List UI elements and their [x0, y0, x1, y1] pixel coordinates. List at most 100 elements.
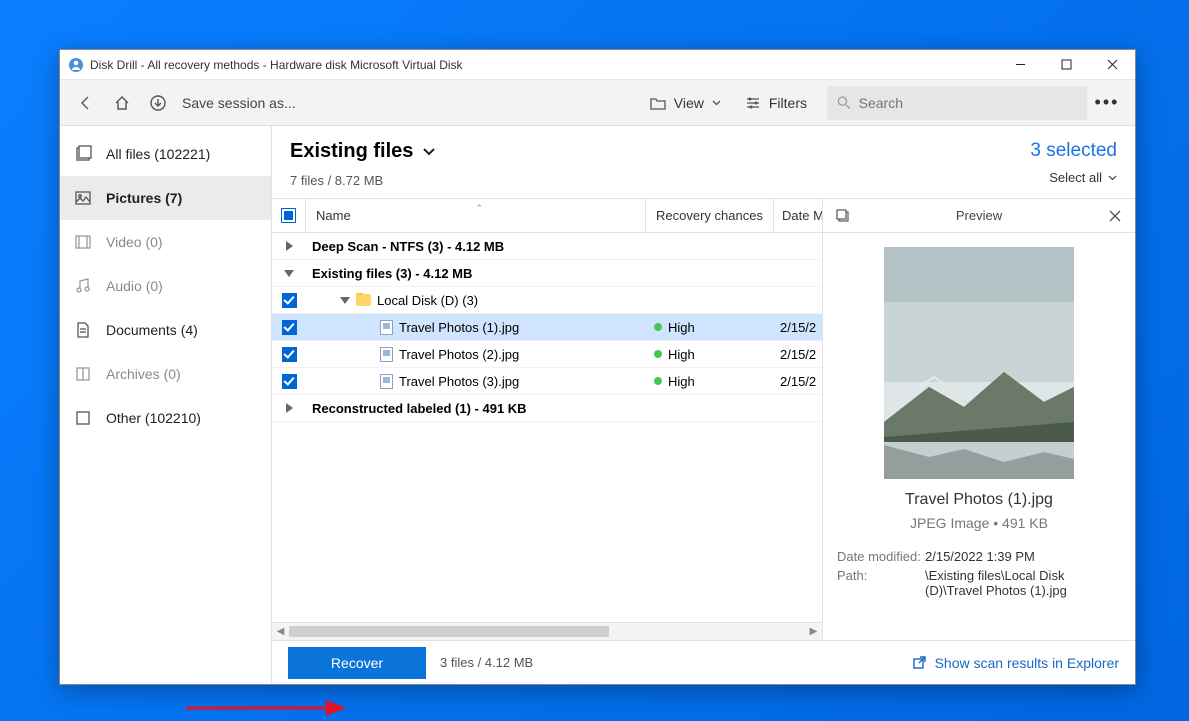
- recover-button[interactable]: Recover: [288, 647, 426, 679]
- folder-row-local-disk[interactable]: Local Disk (D) (3): [272, 287, 822, 314]
- audio-icon: [74, 277, 92, 295]
- filters-button[interactable]: Filters: [733, 85, 819, 121]
- expand-icon[interactable]: [286, 403, 293, 413]
- video-icon: [74, 233, 92, 251]
- preview-meta: JPEG Image • 491 KB: [837, 515, 1121, 531]
- path-label: Path:: [837, 568, 925, 598]
- sidebar: All files (102221) Pictures (7) Video (0…: [60, 126, 272, 684]
- row-checkbox[interactable]: [282, 320, 297, 335]
- status-dot-icon: [654, 377, 662, 385]
- scroll-left-icon[interactable]: ◀: [272, 623, 289, 640]
- path-value: \Existing files\Local Disk (D)\Travel Ph…: [925, 568, 1121, 598]
- stack-icon: [74, 145, 92, 163]
- search-icon: [837, 95, 851, 110]
- minimize-button[interactable]: [997, 50, 1043, 80]
- expand-icon[interactable]: [286, 241, 293, 251]
- chevron-down-icon: [423, 148, 435, 156]
- preview-thumbnail: [884, 247, 1074, 479]
- file-group-selector[interactable]: Existing files: [290, 140, 1030, 163]
- file-area: Name⌃ Recovery chances Date M Deep Scan …: [272, 199, 823, 640]
- sidebar-item-other[interactable]: Other (102210): [60, 396, 271, 440]
- status-dot-icon: [654, 323, 662, 331]
- date-modified-value: 2/15/2022 1:39 PM: [925, 549, 1121, 564]
- row-checkbox[interactable]: [282, 347, 297, 362]
- file-row[interactable]: Travel Photos (3).jpg High 2/15/2: [272, 368, 822, 395]
- sidebar-item-label: Other (102210): [106, 410, 201, 426]
- header-checkbox-cell[interactable]: [272, 199, 306, 232]
- sidebar-item-archives[interactable]: Archives (0): [60, 352, 271, 396]
- sidebar-item-label: Pictures (7): [106, 190, 182, 206]
- save-session-button[interactable]: Save session as...: [182, 95, 638, 111]
- preview-close-button[interactable]: [1105, 210, 1125, 222]
- footer: Recover 3 files / 4.12 MB Show scan resu…: [272, 640, 1135, 684]
- back-button[interactable]: [68, 85, 104, 121]
- select-all-checkbox[interactable]: [281, 208, 296, 223]
- sidebar-item-pictures[interactable]: Pictures (7): [60, 176, 271, 220]
- sidebar-item-label: Audio (0): [106, 278, 163, 294]
- maximize-button[interactable]: [1043, 50, 1089, 80]
- more-button[interactable]: •••: [1087, 92, 1127, 113]
- file-row[interactable]: Travel Photos (1).jpg High 2/15/2: [272, 314, 822, 341]
- sidebar-item-label: Video (0): [106, 234, 163, 250]
- group-row-reconstructed[interactable]: Reconstructed labeled (1) - 491 KB: [272, 395, 822, 422]
- group-row-deep-scan[interactable]: Deep Scan - NTFS (3) - 4.12 MB: [272, 233, 822, 260]
- sidebar-item-label: Archives (0): [106, 366, 181, 382]
- window-title: Disk Drill - All recovery methods - Hard…: [90, 58, 997, 72]
- view-button[interactable]: View: [638, 85, 733, 121]
- column-chance-header[interactable]: Recovery chances: [646, 199, 774, 232]
- popout-button[interactable]: [833, 209, 853, 223]
- other-icon: [74, 409, 92, 427]
- row-checkbox[interactable]: [282, 374, 297, 389]
- file-icon: [380, 320, 393, 335]
- chevron-down-icon: [712, 100, 721, 106]
- sidebar-item-all-files[interactable]: All files (102221): [60, 132, 271, 176]
- select-all-label: Select all: [1049, 170, 1102, 185]
- column-date-header[interactable]: Date M: [774, 199, 822, 232]
- close-button[interactable]: [1089, 50, 1135, 80]
- group-row-existing[interactable]: Existing files (3) - 4.12 MB: [272, 260, 822, 287]
- sort-caret-icon: ⌃: [476, 203, 484, 214]
- main-title: Existing files: [290, 140, 413, 163]
- search-input[interactable]: [859, 95, 1077, 111]
- status-dot-icon: [654, 350, 662, 358]
- horizontal-scrollbar[interactable]: ◀ ▶: [272, 622, 822, 640]
- sidebar-item-label: Documents (4): [106, 322, 198, 338]
- sliders-icon: [745, 96, 761, 110]
- sidebar-item-audio[interactable]: Audio (0): [60, 264, 271, 308]
- collapse-icon[interactable]: [340, 297, 350, 304]
- date-modified-label: Date modified:: [837, 549, 925, 564]
- show-in-explorer-link[interactable]: Show scan results in Explorer: [912, 655, 1119, 671]
- column-name-header[interactable]: Name⌃: [306, 199, 646, 232]
- search-box[interactable]: [827, 86, 1087, 120]
- main-subtitle: 7 files / 8.72 MB: [290, 173, 1030, 188]
- main-panel: Existing files 7 files / 8.72 MB 3 selec…: [272, 126, 1135, 684]
- scroll-thumb[interactable]: [289, 626, 609, 637]
- titlebar: Disk Drill - All recovery methods - Hard…: [60, 50, 1135, 80]
- preview-header: Preview: [823, 199, 1135, 233]
- file-icon: [380, 374, 393, 389]
- sidebar-item-label: All files (102221): [106, 146, 210, 162]
- collapse-icon[interactable]: [284, 270, 294, 277]
- content-row: Name⌃ Recovery chances Date M Deep Scan …: [272, 198, 1135, 640]
- column-headers: Name⌃ Recovery chances Date M: [272, 199, 822, 233]
- sidebar-item-documents[interactable]: Documents (4): [60, 308, 271, 352]
- external-link-icon: [912, 655, 927, 670]
- archive-icon: [74, 365, 92, 383]
- toolbar: Save session as... View Filters •••: [60, 80, 1135, 126]
- window-controls: [997, 50, 1135, 80]
- row-checkbox[interactable]: [282, 293, 297, 308]
- download-icon[interactable]: [140, 85, 176, 121]
- folder-icon: [650, 96, 666, 110]
- preview-filename: Travel Photos (1).jpg: [837, 491, 1121, 509]
- file-row[interactable]: Travel Photos (2).jpg High 2/15/2: [272, 341, 822, 368]
- view-label: View: [674, 95, 704, 111]
- annotation-arrow-icon: [186, 696, 346, 720]
- sidebar-item-video[interactable]: Video (0): [60, 220, 271, 264]
- folder-icon: [356, 294, 371, 306]
- scroll-right-icon[interactable]: ▶: [805, 623, 822, 640]
- document-icon: [74, 321, 92, 339]
- chevron-down-icon: [1108, 175, 1117, 181]
- select-all-button[interactable]: Select all: [1030, 170, 1117, 185]
- file-icon: [380, 347, 393, 362]
- home-button[interactable]: [104, 85, 140, 121]
